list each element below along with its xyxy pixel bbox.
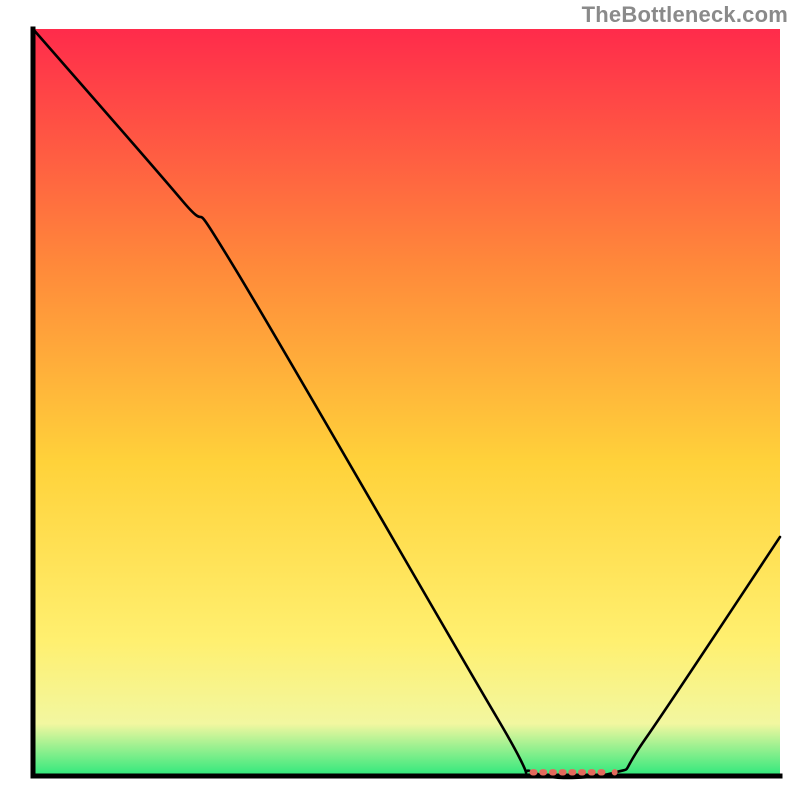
optimum-marker <box>559 769 567 775</box>
optimum-marker <box>539 769 547 775</box>
watermark-label: TheBottleneck.com <box>582 4 788 26</box>
optimum-marker <box>578 769 586 775</box>
bottleneck-chart <box>0 0 800 800</box>
optimum-marker <box>597 769 605 775</box>
plot-area <box>33 29 780 778</box>
optimum-marker <box>588 769 596 775</box>
optimum-marker <box>529 769 537 775</box>
optimum-marker <box>612 769 618 775</box>
optimum-marker <box>568 769 576 775</box>
optimum-marker <box>549 769 557 775</box>
heat-gradient <box>33 29 780 776</box>
